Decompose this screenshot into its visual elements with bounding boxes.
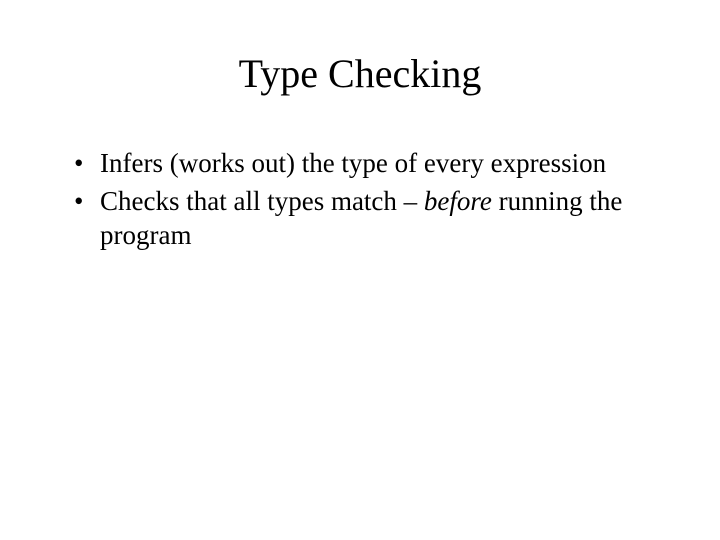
bullet-item: Checks that all types match – before run… (70, 185, 660, 253)
bullet-text-prefix: Infers (works out) the type of every exp… (100, 148, 606, 178)
bullet-text-italic: before (424, 186, 492, 216)
bullet-text-prefix: Checks that all types match – (100, 186, 424, 216)
slide-title: Type Checking (60, 50, 660, 97)
bullet-item: Infers (works out) the type of every exp… (70, 147, 660, 181)
slide: Type Checking Infers (works out) the typ… (0, 0, 720, 540)
bullet-list: Infers (works out) the type of every exp… (60, 147, 660, 252)
